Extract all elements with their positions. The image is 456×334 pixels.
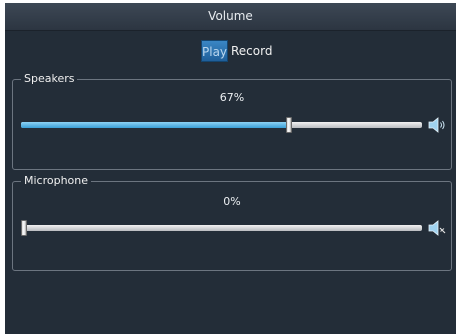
speakers-volume-thumb[interactable] [286,117,292,133]
volume-window: Volume Play Record Speakers 67% Micropho… [5,3,456,334]
tab-record[interactable]: Record [231,40,272,62]
speakers-volume-slider[interactable] [21,117,422,133]
speakers-group-label: Speakers [21,72,78,86]
microphone-volume-thumb[interactable] [21,220,27,236]
speaker-volume-icon[interactable] [428,117,446,133]
window-title: Volume [208,9,253,23]
speakers-volume-fill [21,122,289,128]
microphone-group: Microphone 0% [12,174,452,271]
speakers-volume-percent: 67% [219,91,245,104]
speaker-muted-icon[interactable] [428,220,446,236]
microphone-volume-percent: 0% [223,195,241,208]
tab-play[interactable]: Play [201,40,228,62]
speakers-group: Speakers 67% [12,72,452,170]
title-bar: Volume [5,3,456,31]
microphone-group-label: Microphone [21,174,92,188]
microphone-volume-slider[interactable] [21,220,422,236]
